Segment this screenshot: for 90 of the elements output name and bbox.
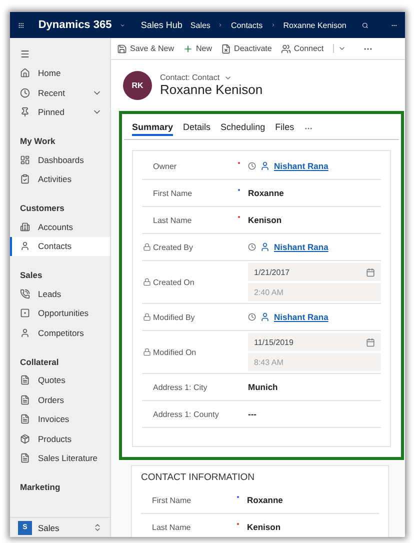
- field-value: Roxanne: [247, 495, 283, 505]
- field-value: Kenison: [247, 522, 281, 532]
- dashboard-icon: [20, 154, 30, 165]
- nav-group-title: Marketing: [19, 482, 62, 492]
- field-label: Created On: [153, 278, 194, 286]
- nav-item[interactable]: Sales Literature: [10, 448, 110, 468]
- section-title: CONTACT INFORMATION: [141, 472, 256, 483]
- nav-group-title: My Work: [19, 136, 56, 146]
- person-icon: [260, 242, 270, 252]
- person-icon: [260, 161, 270, 171]
- square-icon: [20, 308, 30, 318]
- app-name: Dynamics 365: [38, 19, 112, 31]
- nav-group-title: Collateral: [19, 356, 60, 366]
- field-label: Address 1: City: [153, 382, 208, 392]
- clock-icon: [248, 162, 256, 170]
- field-label: Address 1: County: [153, 410, 219, 418]
- command-button[interactable]: Deactivate: [221, 44, 272, 54]
- save-icon: [117, 44, 127, 54]
- calendar-icon: [366, 338, 375, 346]
- hub-name: Sales Hub: [140, 20, 182, 30]
- field-label: Created By: [153, 242, 194, 252]
- up-down-icon: [93, 523, 102, 532]
- nav-item[interactable]: Recent: [38, 88, 65, 98]
- calendar-icon: [366, 268, 375, 276]
- command-button[interactable]: Save & New: [117, 44, 174, 54]
- nav-item[interactable]: Products: [10, 429, 110, 448]
- nav-group-title: Sales: [19, 270, 44, 280]
- command-button[interactable]: New: [183, 44, 212, 54]
- breadcrumb-item[interactable]: Roxanne Kenison: [283, 20, 346, 30]
- field-label: First Name: [152, 496, 192, 504]
- pin-icon: [20, 107, 30, 118]
- nav-item[interactable]: Dashboards: [10, 150, 110, 170]
- nav-item[interactable]: Leads: [10, 284, 110, 304]
- document-icon: [20, 375, 30, 386]
- person-icon: [260, 312, 270, 322]
- home-icon: [20, 68, 30, 78]
- person-icon: [20, 328, 30, 338]
- owner-link[interactable]: Nishant Rana: [274, 242, 328, 252]
- date-field[interactable]: 1/21/2017: [248, 263, 381, 281]
- nav-item[interactable]: Pinned: [38, 107, 64, 118]
- owner-link[interactable]: Nishant Rana: [274, 161, 328, 171]
- nav-item[interactable]: Quotes: [10, 370, 110, 390]
- plus-icon: [183, 44, 194, 54]
- owner-link[interactable]: Nishant Rana: [274, 312, 328, 322]
- building-icon: [20, 222, 30, 232]
- nav-item[interactable]: Accounts: [10, 217, 110, 236]
- nav-item[interactable]: Invoices: [10, 410, 110, 429]
- field-label: Modified By: [153, 312, 195, 322]
- field-label: First Name: [153, 188, 192, 198]
- tab[interactable]: Details: [183, 120, 211, 136]
- package-icon: [20, 434, 30, 444]
- clock-icon: [20, 88, 30, 98]
- document-icon: [20, 414, 30, 424]
- field-value: ---: [248, 409, 256, 419]
- chevron-right-icon: [270, 21, 276, 29]
- nav-item[interactable]: Orders: [10, 390, 110, 410]
- tab[interactable]: Summary: [132, 120, 174, 136]
- clock-icon: [248, 313, 256, 321]
- nav-item[interactable]: Home: [38, 68, 61, 78]
- breadcrumb-item[interactable]: Sales: [190, 20, 210, 30]
- chevron-right-icon: [218, 21, 224, 29]
- date-field[interactable]: 11/15/2019: [248, 333, 381, 351]
- command-button[interactable]: Connect: [280, 44, 324, 54]
- nav-item[interactable]: Activities: [10, 170, 110, 189]
- phone-icon: [20, 288, 30, 299]
- field-value: Munich: [248, 382, 278, 392]
- document-icon: [20, 394, 30, 405]
- menu-icon[interactable]: [20, 48, 30, 59]
- field-label: Last Name: [153, 216, 192, 224]
- person-icon: [20, 241, 30, 252]
- nav-group-title: Customers: [19, 203, 66, 213]
- people-icon: [280, 44, 291, 54]
- clipboard-icon: [20, 174, 30, 184]
- field-label: Last Name: [152, 522, 191, 532]
- breadcrumb-item[interactable]: Contacts: [231, 20, 263, 30]
- tab[interactable]: Scheduling: [220, 120, 266, 136]
- record-title: Roxanne Kenison: [160, 82, 263, 97]
- clock-icon: [248, 243, 256, 251]
- field-label: Owner: [153, 162, 177, 170]
- nav-item[interactable]: Competitors: [10, 323, 110, 342]
- nav-item[interactable]: Contacts: [10, 236, 110, 256]
- field-label: Modified On: [153, 348, 196, 356]
- nav-item[interactable]: Opportunities: [10, 304, 110, 323]
- avatar: RK: [123, 70, 152, 100]
- form-selector[interactable]: Contact: Contact: [160, 73, 220, 82]
- document-icon: [20, 453, 30, 464]
- document-icon: [221, 44, 232, 54]
- field-value: Roxanne: [248, 188, 284, 198]
- tab[interactable]: Files: [275, 120, 294, 136]
- field-value: Kenison: [248, 215, 282, 225]
